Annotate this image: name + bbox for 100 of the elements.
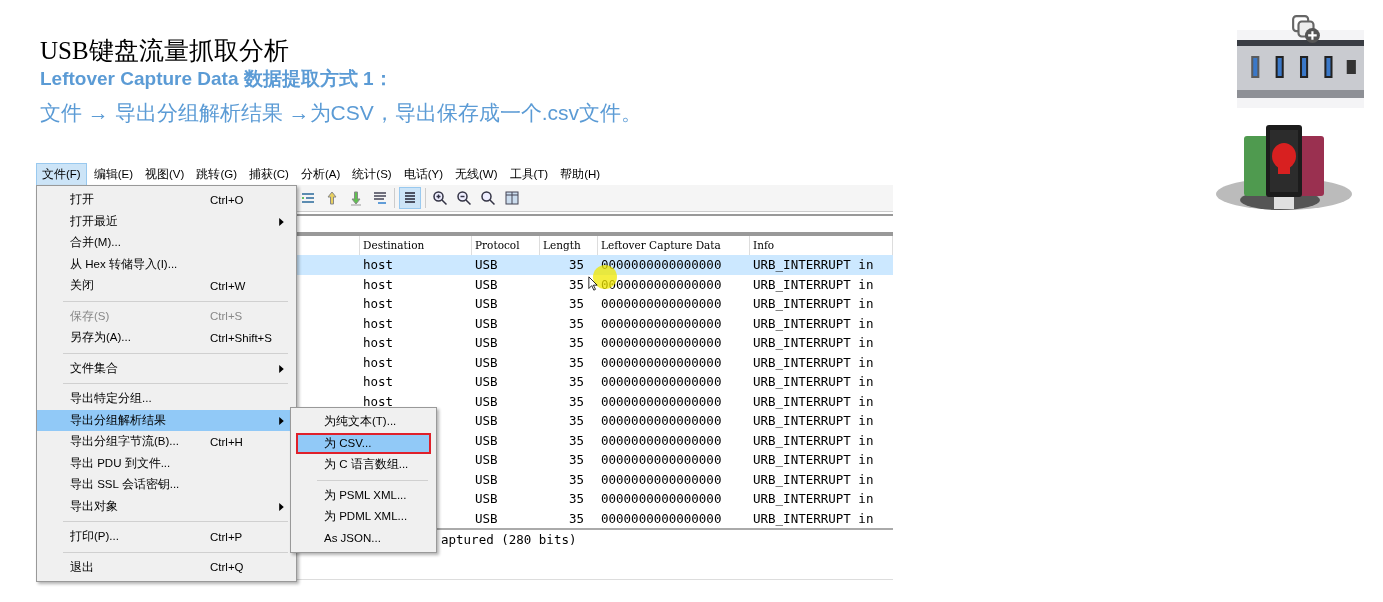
table-cell: 0000000000000000	[601, 452, 722, 468]
table-cell: 35	[568, 491, 584, 507]
table-cell: 0000000000000000	[601, 354, 722, 370]
menu-bar-item[interactable]: 统计(S)	[347, 164, 397, 185]
toolbar-icon[interactable]	[502, 188, 522, 208]
table-cell: host	[363, 374, 394, 390]
submenu-arrow-icon	[279, 502, 284, 511]
menu-bar-item[interactable]: 跳转(G)	[191, 164, 242, 185]
table-cell: 35	[568, 452, 584, 468]
table-cell: USB	[475, 296, 498, 312]
menu-bar-item[interactable]: 捕获(C)	[244, 164, 294, 185]
menu-bar-item[interactable]: 工具(T)	[504, 164, 554, 185]
table-cell: URB_INTERRUPT in	[753, 296, 874, 312]
zoom-icon[interactable]	[478, 188, 498, 208]
menu-bar-item[interactable]: 编辑(E)	[88, 164, 139, 185]
table-cell: 0000000000000000	[601, 393, 722, 409]
toolbar-icon[interactable]	[399, 187, 421, 209]
menu-item[interactable]: 导出 SSL 会话密钥...	[37, 474, 290, 496]
table-cell: 35	[568, 510, 584, 526]
table-cell: 35	[568, 354, 584, 370]
menu-bar-item[interactable]: 分析(A)	[295, 164, 346, 185]
table-cell: 0000000000000000	[601, 471, 722, 487]
table-cell: USB	[475, 276, 498, 292]
menu-item[interactable]: 导出特定分组...	[37, 388, 290, 410]
table-cell: USB	[475, 510, 498, 526]
table-cell: 35	[568, 257, 584, 273]
table-cell: URB_INTERRUPT in	[753, 432, 874, 448]
table-cell: URB_INTERRUPT in	[753, 354, 874, 370]
table-cell: USB	[475, 432, 498, 448]
submenu-arrow-icon	[279, 217, 284, 226]
submenu-arrow-icon	[279, 364, 284, 373]
table-cell: URB_INTERRUPT in	[753, 471, 874, 487]
table-cell: host	[363, 354, 394, 370]
table-cell: 35	[568, 296, 584, 312]
menu-item[interactable]: 打印(P)... Ctrl+P	[37, 526, 290, 548]
table-cell: URB_INTERRUPT in	[753, 413, 874, 429]
table-cell: USB	[475, 315, 498, 331]
table-cell: URB_INTERRUPT in	[753, 510, 874, 526]
menu-item[interactable]: 为 PDML XML...	[291, 506, 436, 528]
table-cell: 0000000000000000	[601, 432, 722, 448]
table-cell: host	[363, 276, 394, 292]
slide-subtitle: Leftover Capture Data 数据提取方式 1：	[40, 67, 394, 91]
table-cell: 0000000000000000	[601, 335, 722, 351]
zoom-icon[interactable]	[454, 188, 474, 208]
menu-bar-item[interactable]: 帮助(H)	[555, 164, 606, 185]
table-cell: USB	[475, 335, 498, 351]
menu-item[interactable]: 从 Hex 转储导入(I)...	[37, 253, 290, 275]
menu-item[interactable]: 退出 Ctrl+Q	[37, 556, 290, 578]
slide-title: USB键盘流量抓取分析	[40, 36, 290, 66]
table-cell: host	[363, 393, 394, 409]
menu-item[interactable]: 合并(M)...	[37, 232, 290, 254]
menu-item[interactable]: As JSON...	[291, 527, 436, 549]
menu-item[interactable]: 为 PSML XML...	[291, 484, 436, 506]
menu-bar-item[interactable]: 视图(V)	[140, 164, 190, 185]
table-cell: 35	[568, 471, 584, 487]
table-cell: 0000000000000000	[601, 315, 722, 331]
menu-item[interactable]: 为 CSV...	[296, 432, 431, 454]
table-cell: 0000000000000000	[601, 374, 722, 390]
table-cell: 0000000000000000	[601, 510, 722, 526]
status-text: aptured (280 bits)	[441, 532, 577, 547]
menu-item[interactable]: 导出对象	[37, 495, 290, 517]
table-cell: 35	[568, 335, 584, 351]
table-cell: USB	[475, 452, 498, 468]
menu-item[interactable]: 关闭 Ctrl+W	[37, 275, 290, 297]
menu-item[interactable]: 导出分组字节流(B)... Ctrl+H	[37, 431, 290, 453]
table-cell: URB_INTERRUPT in	[753, 315, 874, 331]
zoom-icon[interactable]	[430, 188, 450, 208]
table-cell: 35	[568, 276, 584, 292]
cursor-icon	[588, 276, 598, 291]
table-cell: host	[363, 296, 394, 312]
submenu-arrow-icon	[279, 416, 284, 425]
menu-bar-item[interactable]: 无线(W)	[450, 164, 503, 185]
table-cell: USB	[475, 257, 498, 273]
table-cell: USB	[475, 374, 498, 390]
add-to-collection-icon[interactable]	[1291, 14, 1321, 44]
table-cell: host	[363, 257, 394, 273]
table-cell: USB	[475, 413, 498, 429]
menu-item[interactable]: 文件集合	[37, 357, 290, 379]
table-cell: USB	[475, 491, 498, 507]
table-cell: USB	[475, 393, 498, 409]
menu-item[interactable]: 导出 PDU 到文件...	[37, 452, 290, 474]
instruction-text: 文件 → 导出分组解析结果 →为CSV，导出保存成一个.csv文件。	[40, 100, 644, 126]
table-cell: 35	[568, 374, 584, 390]
table-cell: 35	[568, 315, 584, 331]
menu-bar-item[interactable]: 电话(Y)	[398, 164, 448, 185]
table-cell: URB_INTERRUPT in	[753, 374, 874, 390]
table-cell: 0000000000000000	[601, 491, 722, 507]
table-cell: 35	[568, 413, 584, 429]
table-cell: USB	[475, 354, 498, 370]
menu-item[interactable]: 另存为(A)... Ctrl+Shift+S	[37, 327, 290, 349]
menu-item[interactable]: 导出分组解析结果	[37, 409, 290, 431]
menu-bar-item[interactable]: 文件(F)	[36, 163, 87, 186]
table-cell: 0000000000000000	[601, 296, 722, 312]
table-cell: USB	[475, 471, 498, 487]
table-cell: 0000000000000000	[601, 413, 722, 429]
menu-item[interactable]: 为纯文本(T)...	[291, 411, 436, 433]
menu-item[interactable]: 为 C 语言数组...	[291, 454, 436, 476]
table-cell: 35	[568, 432, 584, 448]
table-cell: host	[363, 335, 394, 351]
menu-item[interactable]: 打开最近	[37, 210, 290, 232]
